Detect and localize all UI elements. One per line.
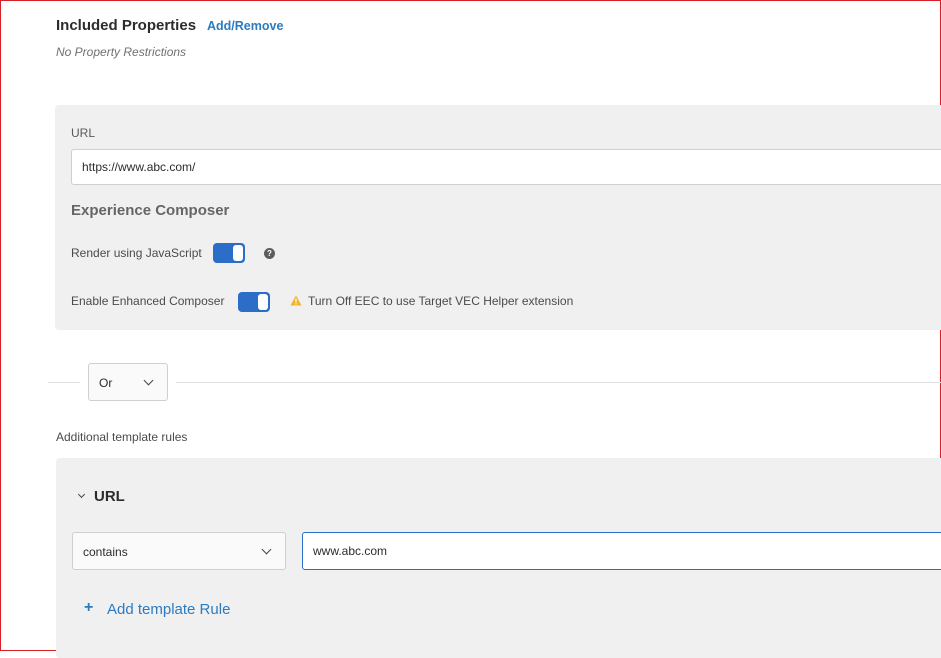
eec-warning-text: Turn Off EEC to use Target VEC Helper ex… <box>308 294 574 308</box>
no-property-restrictions-text: No Property Restrictions <box>56 45 187 59</box>
url-input[interactable] <box>71 149 941 185</box>
included-properties-title: Included Properties <box>56 17 197 34</box>
toggle-knob <box>258 294 268 310</box>
help-icon[interactable]: ? <box>264 248 275 259</box>
condition-select[interactable]: contains <box>72 532 286 570</box>
render-js-label: Render using JavaScript <box>71 246 202 260</box>
chevron-down-icon <box>143 375 154 386</box>
divider-right <box>176 382 941 383</box>
enhanced-composer-label: Enable Enhanced Composer <box>71 294 225 308</box>
plus-icon: + <box>84 599 94 616</box>
url-rule-heading: URL <box>94 488 125 505</box>
enhanced-composer-toggle[interactable] <box>238 292 270 312</box>
chevron-down-icon <box>261 544 272 555</box>
divider-left <box>48 382 80 383</box>
or-operator-value: Or <box>99 376 113 390</box>
or-operator-select[interactable]: Or <box>88 363 168 401</box>
url-label: URL <box>71 126 96 140</box>
add-template-rule-label: Add template Rule <box>107 601 231 618</box>
add-template-rule-button[interactable]: + Add template Rule <box>84 599 230 618</box>
render-js-toggle[interactable] <box>213 243 245 263</box>
condition-value-input[interactable] <box>302 532 941 570</box>
toggle-knob <box>233 245 243 261</box>
condition-select-value: contains <box>83 545 128 559</box>
additional-template-rules-label: Additional template rules <box>56 430 188 444</box>
warning-icon <box>290 295 302 306</box>
experience-composer-heading: Experience Composer <box>71 202 230 219</box>
add-remove-link[interactable]: Add/Remove <box>207 19 283 33</box>
